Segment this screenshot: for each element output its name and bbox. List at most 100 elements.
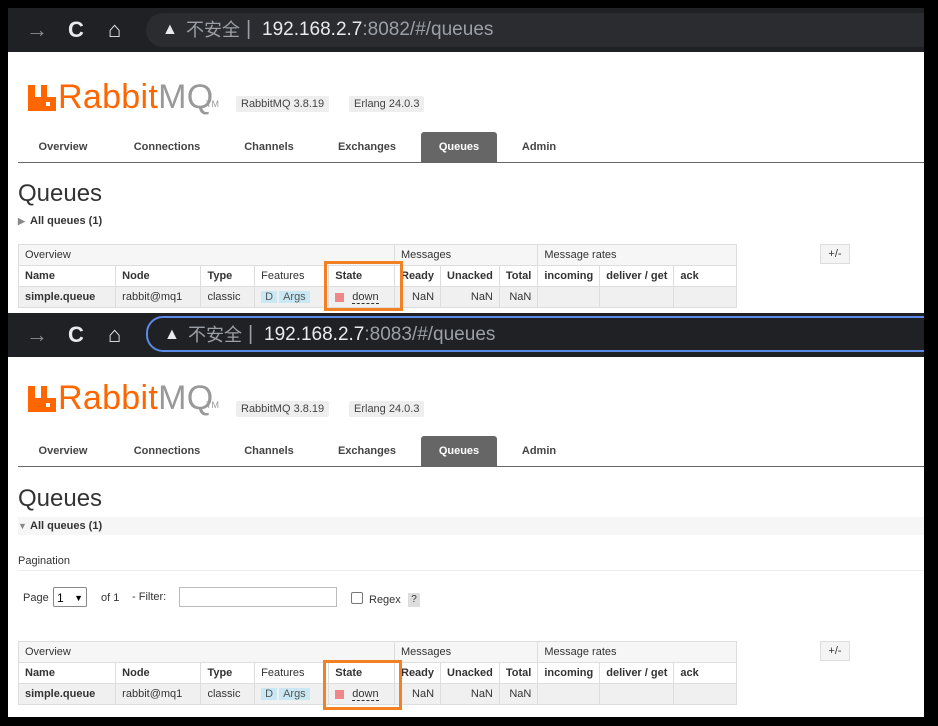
section-label: All queues (1) [30,520,103,532]
col-type[interactable]: Type [200,265,256,287]
caret-right-icon: ▶ [18,216,25,226]
queue-features: D Args [254,683,330,705]
page-title: Queues [18,485,103,512]
tab-overview[interactable]: Overview [26,132,100,162]
columns-toggle-button[interactable]: +/- [820,641,850,661]
col-name[interactable]: Name [17,662,117,684]
group-message-rates: Message rates [537,244,738,266]
filter-input[interactable] [179,587,337,607]
col-type[interactable]: Type [200,662,256,684]
tab-channels[interactable]: Channels [238,436,300,466]
page-select[interactable]: 1 ▼ [53,587,87,607]
col-ack[interactable]: ack [673,662,738,684]
col-unacked[interactable]: Unacked [440,662,500,684]
col-ack[interactable]: ack [673,265,738,287]
logo-text: RabbitMQ [58,78,214,116]
state-highlight-box [323,660,402,710]
col-total[interactable]: Total [498,265,539,287]
page-title: Queues [18,180,103,207]
feature-args-badge[interactable]: Args [279,291,310,303]
url-text: 192.168.2.7:8082/#/queues [262,19,494,40]
total-value: NaN [498,683,539,705]
browser-window-1: → C ⌂ ▲ 不安全 | 192.168.2.7:8082/#/queues … [8,8,924,314]
tab-exchanges[interactable]: Exchanges [332,132,402,162]
filter-label: - Filter: [132,591,167,603]
address-bar[interactable]: ▲ 不安全 | 192.168.2.7:8083/#/queues [146,316,924,352]
group-messages: Messages [393,641,539,663]
feature-durable-badge[interactable]: D [261,291,278,303]
col-deliver-get[interactable]: deliver / get [599,662,675,684]
all-queues-toggle[interactable]: ▶ All queues (1) [18,212,102,230]
tab-queues[interactable]: Queues [421,132,497,162]
address-separator: | [246,18,252,40]
insecure-label: 不安全 [188,325,242,345]
tab-queues[interactable]: Queues [421,436,497,466]
chevron-down-icon: ▼ [74,593,83,603]
queue-node: rabbit@mq1 [115,683,202,705]
tab-admin[interactable]: Admin [518,436,560,466]
home-icon[interactable]: ⌂ [108,313,121,357]
erlang-version-badge: Erlang 24.0.3 [349,96,425,112]
section-label: All queues (1) [30,215,103,227]
queue-type: classic [200,683,256,705]
logo-text: RabbitMQ [58,379,214,417]
incoming-value [537,683,601,705]
col-unacked[interactable]: Unacked [440,265,500,287]
tab-channels[interactable]: Channels [238,132,300,162]
insecure-label: 不安全 [186,20,240,40]
unacked-value: NaN [440,683,500,705]
col-features: Features [254,265,330,287]
trademark: TM [206,99,219,109]
queue-name-link[interactable]: simple.queue [17,683,117,705]
col-features: Features [254,662,330,684]
tab-connections[interactable]: Connections [126,132,208,162]
trademark: TM [206,400,219,410]
state-highlight-box [324,261,403,311]
col-name[interactable]: Name [17,265,117,287]
feature-durable-badge[interactable]: D [261,688,278,700]
col-incoming[interactable]: incoming [537,265,601,287]
queue-node: rabbit@mq1 [115,286,202,308]
browser-toolbar: → C ⌂ ▲ 不安全 | 192.168.2.7:8082/#/queues [8,8,924,52]
reload-icon[interactable]: C [68,8,84,52]
tab-overview[interactable]: Overview [26,436,100,466]
erlang-version-badge: Erlang 24.0.3 [349,401,425,417]
all-queues-toggle[interactable]: ▼ All queues (1) [18,517,924,535]
columns-toggle-button[interactable]: +/- [820,244,850,264]
forward-icon[interactable]: → [26,8,48,52]
rabbitmq-logo-icon [28,85,56,111]
address-separator: | [248,323,254,345]
rabbitmq-logo-icon [28,386,56,412]
rabbitmq-version-badge: RabbitMQ 3.8.19 [236,96,330,112]
pagination-title: Pagination [18,555,70,567]
rabbitmq-version-badge: RabbitMQ 3.8.19 [236,401,330,417]
caret-down-icon: ▼ [18,521,27,531]
regex-help-button[interactable]: ? [408,593,420,607]
col-total[interactable]: Total [498,662,539,684]
tab-admin[interactable]: Admin [518,132,560,162]
col-node[interactable]: Node [115,265,202,287]
col-node[interactable]: Node [115,662,202,684]
tab-exchanges[interactable]: Exchanges [332,436,402,466]
queue-features: D Args [254,286,330,308]
warning-icon[interactable]: ▲ [162,13,178,47]
queue-type: classic [200,286,256,308]
regex-label: Regex [369,594,401,606]
col-incoming[interactable]: incoming [537,662,601,684]
col-deliver-get[interactable]: deliver / get [599,265,675,287]
tab-connections[interactable]: Connections [126,436,208,466]
home-icon[interactable]: ⌂ [108,8,121,52]
regex-checkbox[interactable] [351,592,363,604]
group-messages: Messages [393,244,539,266]
warning-icon[interactable]: ▲ [164,318,180,352]
feature-args-badge[interactable]: Args [279,688,310,700]
forward-icon[interactable]: → [26,313,48,357]
browser-window-2: → C ⌂ ▲ 不安全 | 192.168.2.7:8083/#/queues … [8,313,924,717]
browser-toolbar: → C ⌂ ▲ 不安全 | 192.168.2.7:8083/#/queues [8,313,924,357]
reload-icon[interactable]: C [68,313,84,357]
queue-name-link[interactable]: simple.queue [17,286,117,308]
deliver-get-value [599,683,675,705]
total-value: NaN [498,286,539,308]
unacked-value: NaN [440,286,500,308]
address-bar[interactable]: ▲ 不安全 | 192.168.2.7:8082/#/queues [146,13,924,47]
